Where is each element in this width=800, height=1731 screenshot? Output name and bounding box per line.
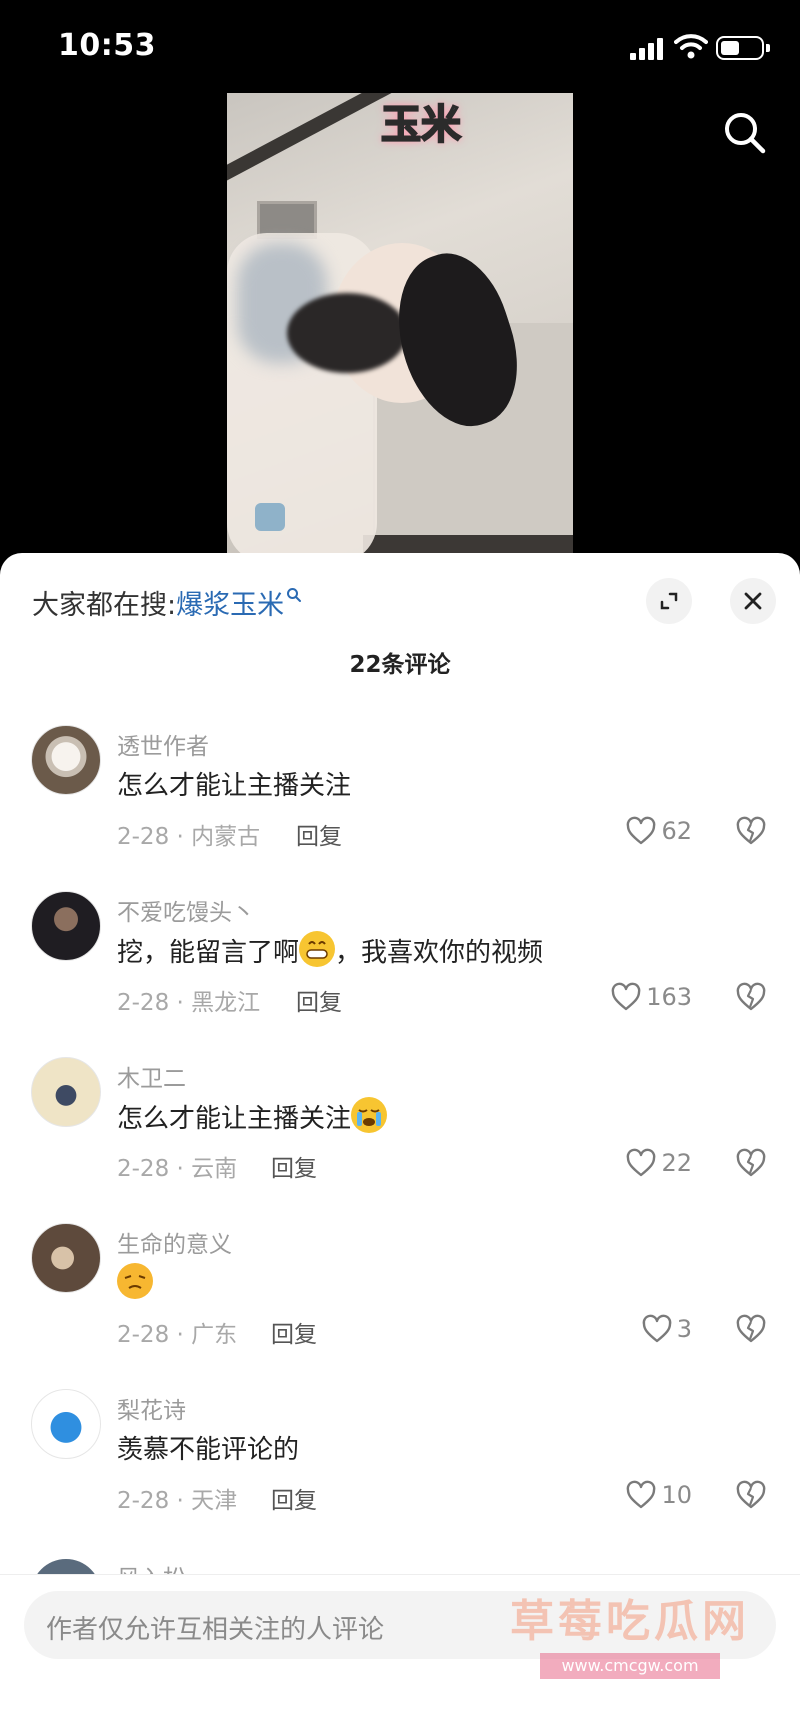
expand-button[interactable] <box>646 578 692 624</box>
expand-icon <box>660 592 678 610</box>
comment-text: 怎么才能让主播关注 <box>117 771 352 801</box>
broken-heart-icon[interactable] <box>735 1313 767 1345</box>
avatar[interactable] <box>31 1389 101 1459</box>
grinning-face-emoji <box>299 931 336 967</box>
video-player[interactable] <box>227 93 573 553</box>
battery-icon <box>716 36 770 60</box>
comment-count: 22条评论 <box>349 652 451 678</box>
avatar[interactable] <box>31 891 101 961</box>
comment-username[interactable]: 木卫二 <box>117 1059 186 1093</box>
like-count: 22 <box>661 1149 692 1177</box>
heart-icon <box>627 1480 656 1509</box>
like-count: 163 <box>646 983 692 1011</box>
reply-button[interactable]: 回复 <box>296 817 342 851</box>
avatar[interactable] <box>31 1057 101 1127</box>
reply-button[interactable]: 回复 <box>271 1315 317 1349</box>
avatar[interactable] <box>31 725 101 795</box>
comment-meta: 2-28 · 天津 <box>117 1488 238 1514</box>
reply-button[interactable]: 回复 <box>296 983 342 1017</box>
comment-username[interactable]: 风入松 <box>117 1559 186 1575</box>
heart-icon <box>627 1148 656 1177</box>
comment-text <box>117 1263 153 1300</box>
like-button[interactable]: 163 <box>610 981 692 1013</box>
like-button[interactable]: 10 <box>625 1479 692 1511</box>
heart-icon <box>642 1314 672 1343</box>
status-bar: 10:53 <box>0 0 800 92</box>
comment-sheet: 大家都在搜:爆浆玉米 22条评论 透世作者 怎么才能让主播关注 2-28 · 内… <box>0 553 800 1731</box>
comment-item: 风入松 <box>0 1553 800 1575</box>
trending-term-link[interactable]: 爆浆玉米 <box>176 590 284 621</box>
video-caption: 玉米 <box>380 101 462 149</box>
crying-face-emoji <box>351 1097 388 1133</box>
search-icon <box>287 588 302 602</box>
broken-heart-icon[interactable] <box>735 815 767 847</box>
broken-heart-icon[interactable] <box>735 1479 767 1511</box>
comment-text: 羡慕不能评论的 <box>117 1435 300 1465</box>
watermark-text: 草莓吃瓜网 <box>510 1596 750 1647</box>
trending-label: 大家都在搜: <box>32 590 177 621</box>
avatar[interactable] <box>31 1559 101 1575</box>
comment-text-part: 怎么才能让主播关注 <box>117 1104 352 1134</box>
frustrated-face-emoji <box>117 1263 153 1299</box>
comment-meta: 2-28 · 内蒙古 <box>117 824 261 850</box>
like-count: 62 <box>661 817 692 845</box>
search-icon[interactable] <box>722 110 768 156</box>
comment-meta: 2-28 · 黑龙江 <box>117 990 261 1016</box>
like-button[interactable]: 3 <box>641 1313 692 1345</box>
cellular-signal-icon <box>630 38 664 60</box>
reply-button[interactable]: 回复 <box>271 1481 317 1515</box>
like-button[interactable]: 62 <box>625 815 692 847</box>
comment-username[interactable]: 透世作者 <box>117 727 209 761</box>
comment-meta: 2-28 · 广东 <box>117 1322 238 1348</box>
broken-heart-icon[interactable] <box>735 981 767 1013</box>
comment-item: 木卫二 怎么才能让主播关注 2-28 · 云南 回复 22 <box>0 1057 800 1223</box>
comment-item: 梨花诗 羡慕不能评论的 2-28 · 天津 回复 10 <box>0 1389 800 1555</box>
comment-username[interactable]: 不爱吃馒头丶 <box>117 893 255 927</box>
reply-button[interactable]: 回复 <box>271 1149 317 1183</box>
wifi-icon <box>674 34 708 59</box>
heart-icon <box>627 816 656 845</box>
comment-text-part: 挖，能留言了啊 <box>117 938 300 968</box>
comment-text-part: ，我喜欢你的视频 <box>335 938 544 968</box>
comment-meta: 2-28 · 云南 <box>117 1156 238 1182</box>
comment-text: 挖，能留言了啊 ，我喜欢你的视频 <box>117 931 543 969</box>
heart-icon <box>611 982 641 1011</box>
comment-item: 透世作者 怎么才能让主播关注 2-28 · 内蒙古 回复 62 <box>0 725 800 891</box>
clock: 10:53 <box>58 28 156 63</box>
like-button[interactable]: 22 <box>625 1147 692 1179</box>
comment-item: 生命的意义 2-28 · 广东 回复 3 <box>0 1223 800 1389</box>
comment-item: 不爱吃馒头丶 挖，能留言了啊 ，我喜欢你的视频 2-28 · 黑龙江 回复 163 <box>0 891 800 1057</box>
close-button[interactable] <box>730 578 776 624</box>
watermark-url: www.cmcgw.com <box>540 1653 720 1679</box>
comment-input-placeholder: 作者仅允许互相关注的人评论 <box>46 1615 385 1645</box>
comment-username[interactable]: 生命的意义 <box>117 1225 232 1259</box>
trending-search[interactable]: 大家都在搜:爆浆玉米 <box>32 583 302 622</box>
like-count: 3 <box>676 1315 692 1343</box>
avatar[interactable] <box>31 1223 101 1293</box>
close-icon <box>744 592 762 610</box>
comment-input-bar: 作者仅允许互相关注的人评论 草莓吃瓜网 www.cmcgw.com <box>0 1574 800 1731</box>
comment-username[interactable]: 梨花诗 <box>117 1391 186 1425</box>
like-count: 10 <box>661 1481 692 1509</box>
comment-text: 怎么才能让主播关注 <box>117 1097 388 1135</box>
broken-heart-icon[interactable] <box>735 1147 767 1179</box>
